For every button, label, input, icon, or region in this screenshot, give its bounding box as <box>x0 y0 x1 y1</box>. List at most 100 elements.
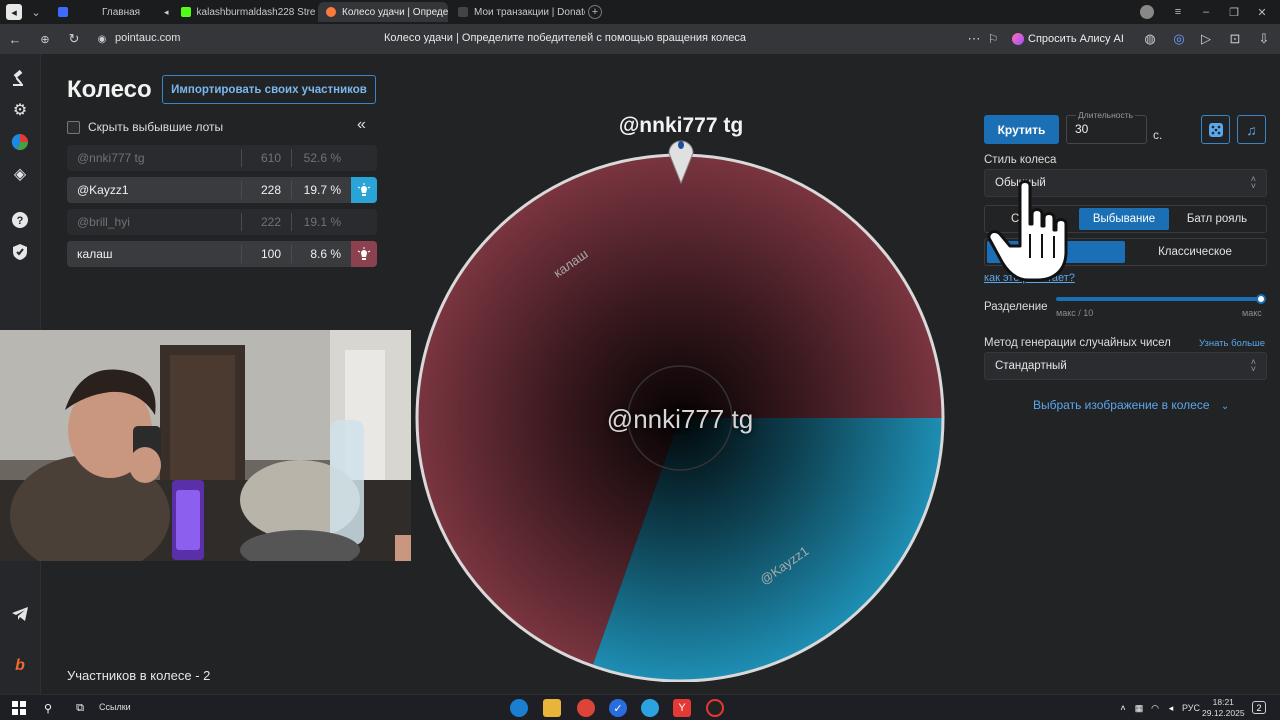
rng-method-select[interactable]: Стандартный ˄ ˅ <box>984 352 1267 380</box>
lot-bulb-icon[interactable] <box>351 177 377 203</box>
gear-icon[interactable]: ⚙ <box>8 98 32 122</box>
url-text[interactable]: pointauc.com <box>115 32 180 44</box>
address-bar: ← ⊕ ↻ ◉ pointauc.com Колесо удачи | Опре… <box>0 24 1280 54</box>
chrome-icon[interactable] <box>577 699 595 717</box>
minimize-icon[interactable]: – <box>1198 4 1214 20</box>
shield-icon[interactable] <box>8 240 32 264</box>
lot-percent: 8.6 % <box>310 247 341 261</box>
ask-alice-button[interactable]: Спросить Алису AI <box>1006 29 1132 49</box>
obs-icon[interactable] <box>706 699 724 717</box>
tab-donate[interactable]: Мои транзакции | Donate <box>450 2 585 22</box>
tab-kick[interactable]: ◂ kalashburmaldash228 Stre <box>156 2 316 22</box>
maximize-icon[interactable]: ❐ <box>1226 4 1242 20</box>
play-icon[interactable]: ▷ <box>1198 31 1214 47</box>
clock-date: 29.12.2025 <box>1202 708 1245 718</box>
site-info-icon[interactable]: ◉ <box>94 31 110 47</box>
tab-wheel[interactable]: Колесо удачи | Определ ✕ <box>318 2 448 22</box>
notifications-icon[interactable]: 2 <box>1252 701 1266 714</box>
download-icon[interactable]: ⇩ <box>1256 31 1272 47</box>
yandex-icon[interactable]: ⊕ <box>37 31 53 47</box>
system-clock[interactable]: 18:21 29.12.2025 <box>1202 697 1245 719</box>
search-icon[interactable]: ⚲ <box>39 699 57 717</box>
rng-learn-more-link[interactable]: Узнать больше <box>1199 338 1265 349</box>
spin-button[interactable]: Крутить <box>984 115 1059 144</box>
lot-name: @brill_hyi <box>77 215 130 229</box>
telegram-icon[interactable] <box>8 602 32 626</box>
globe-icon[interactable]: ◍ <box>1142 31 1158 47</box>
tab-home[interactable]: Главная <box>50 2 156 22</box>
taskbar-links[interactable]: Ссылки <box>99 702 131 712</box>
page-title: Колесо <box>67 76 152 103</box>
app-icon[interactable]: ✓ <box>609 699 627 717</box>
chevron-down-icon[interactable]: ⌄ <box>28 4 44 20</box>
lot-percent: 52.6 % <box>303 151 341 165</box>
volume-icon[interactable]: ◂ <box>1162 699 1180 717</box>
lot-row[interactable]: калаш 100 8.6 % <box>67 241 377 267</box>
page-title-text: Колесо удачи | Определите победителей с … <box>384 32 747 44</box>
gavel-icon[interactable] <box>8 66 32 90</box>
dice-button[interactable] <box>1201 115 1230 144</box>
alice-icon <box>1012 33 1024 45</box>
sound-icon[interactable]: ◂ <box>6 4 22 20</box>
tab-label: Главная <box>102 6 141 18</box>
split-label: Разделение <box>984 301 1048 313</box>
duration-value: 30 <box>1075 122 1089 136</box>
close-window-icon[interactable]: ✕ <box>1254 4 1270 20</box>
menu-icon[interactable]: ≡ <box>1170 4 1186 20</box>
language-indicator[interactable]: РУС <box>1182 703 1200 713</box>
explorer-icon[interactable] <box>543 699 561 717</box>
windows-start-icon[interactable] <box>10 699 28 717</box>
tab-favicon <box>458 7 468 17</box>
back-icon[interactable]: ← <box>7 31 23 47</box>
collapse-panel-icon[interactable]: « <box>357 116 366 134</box>
pie-icon[interactable] <box>8 130 32 154</box>
tab-mode-battle-royale[interactable]: Батл рояль <box>1171 208 1263 230</box>
yandex-browser-icon[interactable]: Y <box>673 699 691 717</box>
edge-icon[interactable] <box>510 699 528 717</box>
lot-name: калаш <box>77 247 113 261</box>
speaker-icon: ◂ <box>164 6 169 17</box>
lot-divider <box>291 181 292 199</box>
boosty-icon[interactable]: b <box>8 654 32 678</box>
more-icon[interactable]: ⋯ <box>966 31 982 47</box>
browser-tab-strip: ◂ ⌄ Главная ◂ kalashburmaldash228 Stre К… <box>0 0 1280 24</box>
profile-icon[interactable] <box>1140 5 1154 19</box>
help-icon[interactable]: ? <box>8 208 32 232</box>
new-tab-icon[interactable]: + <box>588 5 602 19</box>
hide-dropped-checkbox[interactable] <box>67 120 80 134</box>
lot-name: @Kayzz1 <box>77 183 129 197</box>
layers-icon[interactable]: ◈ <box>8 162 32 186</box>
participants-count: Участников в колесе - 2 <box>67 668 211 683</box>
lot-amount: 228 <box>260 183 281 197</box>
tab-label: kalashburmaldash228 Stre <box>196 6 316 18</box>
tab-label: Колесо удачи | Определ <box>342 6 448 18</box>
import-participants-button[interactable]: Импортировать своих участников <box>162 75 376 104</box>
lot-amount: 222 <box>260 215 281 229</box>
hand-cursor-icon <box>987 180 1068 282</box>
lot-row[interactable]: @brill_hyi 222 19.1 % <box>67 209 377 235</box>
task-view-icon[interactable]: ⧉ <box>71 699 89 717</box>
music-button[interactable]: ♫ <box>1237 115 1266 144</box>
bookmark-icon[interactable]: ⚐ <box>985 31 1001 47</box>
lot-row[interactable]: @nnki777 tg 610 52.6 % <box>67 145 377 171</box>
telegram-taskbar-icon[interactable] <box>641 699 659 717</box>
hide-dropped-toggle[interactable]: Скрыть выбывшие лоты <box>67 120 223 134</box>
split-slider-thumb[interactable] <box>1256 294 1266 304</box>
choose-wheel-image-link[interactable]: Выбрать изображение в колесе ⌄ <box>1033 398 1229 412</box>
duration-unit: с. <box>1153 128 1163 142</box>
webcam-image <box>0 330 411 561</box>
tab-variant-classic[interactable]: Классическое <box>1127 241 1263 263</box>
tab-mode-elimination[interactable]: Выбывание <box>1079 208 1169 230</box>
collections-icon[interactable]: ⊡ <box>1227 31 1243 47</box>
lot-divider <box>291 149 292 167</box>
tab-favicon <box>326 7 336 17</box>
reload-icon[interactable]: ↻ <box>66 31 82 47</box>
split-slider-track[interactable] <box>1056 297 1262 301</box>
extension-icon[interactable]: ◎ <box>1171 31 1187 47</box>
lot-divider <box>241 149 242 167</box>
wheel-style-label: Стиль колеса <box>984 154 1057 166</box>
lot-row[interactable]: @Kayzz1 228 19.7 % <box>67 177 377 203</box>
lot-bulb-icon[interactable] <box>351 241 377 267</box>
split-max-label: макс <box>1242 308 1262 318</box>
rng-method-label: Метод генерации случайных чисел <box>984 337 1171 349</box>
